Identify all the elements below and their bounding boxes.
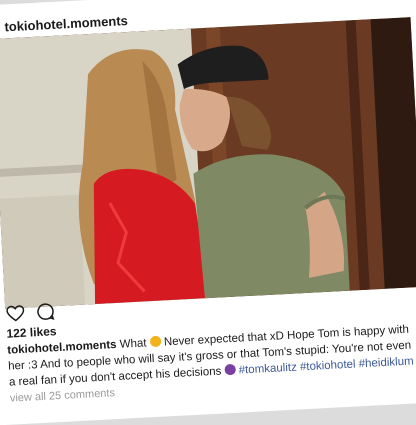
caption-text-1: What bbox=[119, 337, 147, 351]
caption-text-4: his decisions bbox=[155, 365, 222, 381]
caption-username[interactable]: tokiohotel.moments bbox=[7, 339, 117, 357]
hashtag[interactable]: #heidiklum bbox=[358, 355, 414, 370]
caption: tokiohotel.moments What Never expected t… bbox=[7, 321, 416, 390]
post-photo[interactable] bbox=[0, 17, 416, 309]
hashtag[interactable]: #tomkaulitz bbox=[238, 362, 297, 377]
comment-bubble-icon[interactable] bbox=[35, 301, 56, 322]
thinking-face-emoji-icon bbox=[149, 335, 161, 348]
instagram-post: tokiohotel.moments 122 likes tokiohotel.… bbox=[0, 0, 416, 425]
heart-icon[interactable] bbox=[5, 303, 26, 324]
likes-count[interactable]: 122 likes bbox=[6, 324, 57, 341]
action-bar bbox=[5, 298, 56, 327]
photo-illustration bbox=[0, 17, 416, 309]
purple-face-emoji-icon bbox=[224, 363, 236, 376]
post-username[interactable]: tokiohotel.moments bbox=[4, 12, 128, 33]
hashtag[interactable]: #tokiohotel bbox=[300, 359, 356, 374]
